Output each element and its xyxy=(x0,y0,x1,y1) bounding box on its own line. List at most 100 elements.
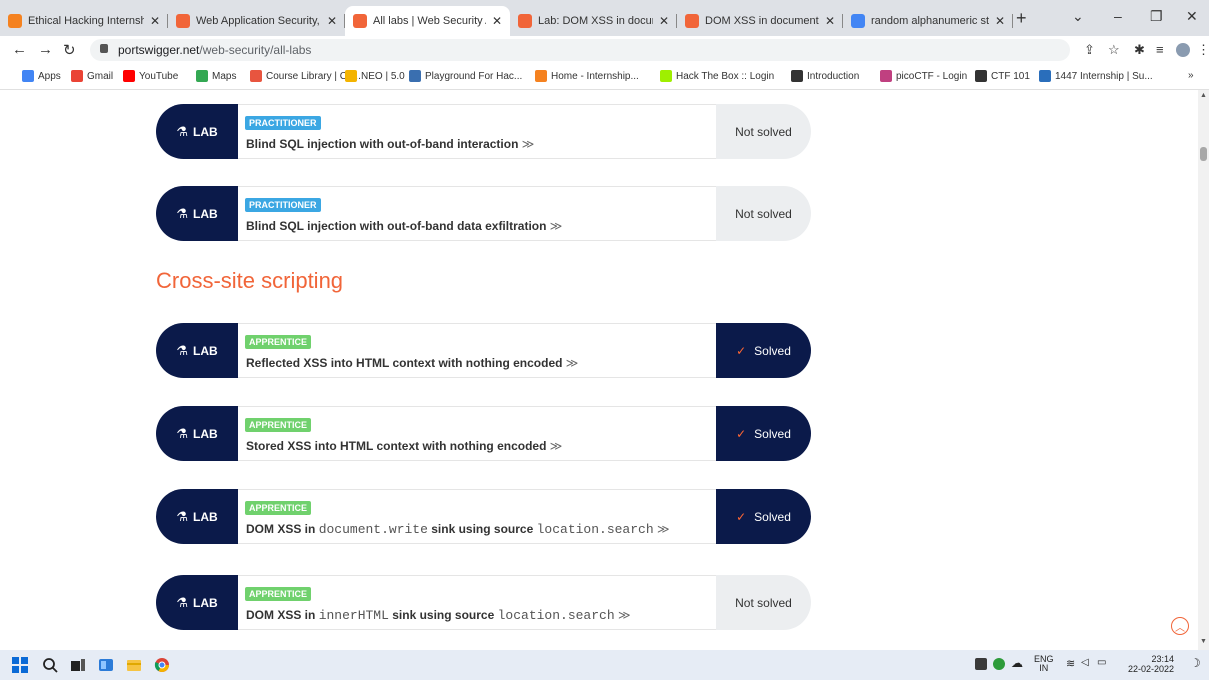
lab-body: APPRENTICE DOM XSS in innerHTML sink usin… xyxy=(238,575,716,630)
lab-title-link[interactable]: Reflected XSS into HTML context with not… xyxy=(246,356,578,370)
battery-icon[interactable]: ▭ xyxy=(1097,657,1106,668)
bookmark-item[interactable]: Hack The Box :: Login xyxy=(660,70,774,82)
status-label: Not solved xyxy=(735,124,792,139)
bookmark-item[interactable]: picoCTF - Login xyxy=(880,70,967,82)
reading-list-icon[interactable]: ≡ xyxy=(1156,42,1164,57)
url-host: portswigger.net xyxy=(118,43,200,57)
tray-shield-icon[interactable] xyxy=(993,658,1005,670)
browser-tab[interactable]: All labs | Web Security Acad ✕ xyxy=(345,6,510,36)
tray-cloud-icon[interactable]: ☁ xyxy=(1011,656,1023,670)
wifi-icon[interactable]: ≋ xyxy=(1066,657,1075,670)
file-explorer-icon[interactable] xyxy=(126,657,142,673)
volume-icon[interactable]: ◁ xyxy=(1081,657,1089,668)
extensions-icon[interactable]: ✱ xyxy=(1134,42,1145,58)
lab-title-text: Stored XSS into HTML context with nothin… xyxy=(246,439,547,453)
scrollbar[interactable]: ▲ ▼ xyxy=(1198,90,1209,650)
bookmark-item[interactable]: Home - Internship... xyxy=(535,70,639,82)
bookmark-favicon-icon xyxy=(880,70,892,82)
maximize-icon[interactable]: ❐ xyxy=(1150,8,1163,25)
windows-start-icon[interactable] xyxy=(12,657,28,673)
bookmark-star-icon[interactable]: ☆ xyxy=(1108,42,1120,58)
lab-title-text: Reflected XSS into HTML context with not… xyxy=(246,356,563,370)
language-indicator[interactable]: ENG IN xyxy=(1034,655,1054,673)
page-content: ⚗ LAB PRACTITIONER Blind SQL injection with… xyxy=(0,90,1198,650)
tab-favicon-icon xyxy=(353,14,367,28)
notification-moon-icon[interactable]: ☽ xyxy=(1190,656,1201,670)
tab-close-icon[interactable]: ✕ xyxy=(150,14,160,28)
bookmark-item[interactable]: Playground For Hac... xyxy=(409,70,522,82)
more-bookmarks-icon[interactable]: » xyxy=(1188,70,1194,81)
bookmark-item[interactable]: Maps xyxy=(196,70,236,82)
scrollbar-thumb[interactable] xyxy=(1200,147,1207,161)
region-label: IN xyxy=(1039,663,1049,673)
lab-label: LAB xyxy=(192,206,218,221)
bookmark-item[interactable]: CTF 101 xyxy=(975,70,1030,82)
tab-title: Ethical Hacking Internship xyxy=(28,15,144,27)
tab-search-icon[interactable]: ⌄ xyxy=(1072,8,1084,25)
tab-close-icon[interactable]: ✕ xyxy=(995,14,1005,28)
lab-status: Not solved xyxy=(716,186,811,241)
bookmark-label: Maps xyxy=(212,70,237,82)
browser-tab[interactable]: DOM XSS in document.writ ✕ xyxy=(677,6,843,36)
lab-title-text: DOM XSS in xyxy=(246,608,319,622)
bookmark-item[interactable]: Gmail xyxy=(71,70,113,82)
bookmark-label: Introduction xyxy=(807,70,860,82)
lab-body: PRACTITIONER Blind SQL injection with out… xyxy=(238,104,716,159)
tray-app-icon[interactable] xyxy=(975,658,987,670)
status-label: Solved xyxy=(754,509,791,524)
bookmark-item[interactable]: Introduction xyxy=(791,70,859,82)
clock[interactable]: 23:14 22-02-2022 xyxy=(1128,654,1174,674)
bookmark-item[interactable]: 1447 Internship | Su... xyxy=(1039,70,1153,82)
search-icon[interactable] xyxy=(42,657,58,673)
lab-title-link[interactable]: Blind SQL injection with out-of-band dat… xyxy=(246,219,562,233)
scroll-to-top-icon[interactable]: ︿ xyxy=(1171,617,1189,635)
time-label: 23:14 xyxy=(1151,654,1175,664)
bookmark-item[interactable]: NEO | 5.0 xyxy=(345,70,405,82)
widgets-icon[interactable] xyxy=(98,657,114,673)
bookmark-favicon-icon xyxy=(71,70,83,82)
tab-close-icon[interactable]: ✕ xyxy=(659,14,669,28)
close-window-icon[interactable]: ✕ xyxy=(1186,8,1198,25)
lab-title-link[interactable]: Blind SQL injection with out-of-band int… xyxy=(246,137,534,151)
lab-title-code: location.search xyxy=(497,608,615,623)
new-tab-button[interactable]: + xyxy=(1016,8,1027,29)
share-icon[interactable]: ⇪ xyxy=(1084,42,1095,58)
level-badge: PRACTITIONER xyxy=(245,116,321,130)
browser-tab[interactable]: Lab: DOM XSS in document ✕ xyxy=(510,6,677,36)
lab-label: LAB xyxy=(192,343,218,358)
scroll-up-icon[interactable]: ▲ xyxy=(1200,92,1207,99)
lab-card: ⚗ LAB APPRENTICE DOM XSS in document.write … xyxy=(156,489,811,544)
profile-avatar-icon[interactable] xyxy=(1176,43,1190,57)
tab-close-icon[interactable]: ✕ xyxy=(492,14,502,28)
lab-title-link[interactable]: DOM XSS in document.write sink using sou… xyxy=(246,522,670,537)
browser-tab[interactable]: Ethical Hacking Internship ✕ xyxy=(0,6,168,36)
forward-icon[interactable]: → xyxy=(38,41,53,58)
lab-status: Not solved xyxy=(716,104,811,159)
bookmark-item[interactable]: Apps xyxy=(22,70,61,82)
menu-icon[interactable]: ⋮ xyxy=(1197,42,1209,58)
lab-card: ⚗ LAB APPRENTICE DOM XSS in innerHTML sink … xyxy=(156,575,811,630)
chevron-right-icon: ≫ xyxy=(562,356,579,370)
tab-close-icon[interactable]: ✕ xyxy=(825,14,835,28)
browser-tab[interactable]: random alphanumeric strin ✕ xyxy=(843,6,1013,36)
bookmark-item[interactable]: YouTube xyxy=(123,70,178,82)
bookmark-label: NEO | 5.0 xyxy=(361,70,405,82)
bookmark-favicon-icon xyxy=(660,70,672,82)
minimize-icon[interactable]: – xyxy=(1114,8,1122,24)
scroll-down-icon[interactable]: ▼ xyxy=(1200,638,1207,645)
reload-icon[interactable]: ↻ xyxy=(63,41,76,59)
back-icon[interactable]: ← xyxy=(12,41,27,58)
tab-close-icon[interactable]: ✕ xyxy=(327,14,337,28)
bookmark-favicon-icon xyxy=(22,70,34,82)
lab-badge: ⚗ LAB xyxy=(156,575,238,630)
lab-title-link[interactable]: Stored XSS into HTML context with nothin… xyxy=(246,439,562,453)
browser-tab[interactable]: Web Application Security, T ✕ xyxy=(168,6,345,36)
flask-icon: ⚗ xyxy=(176,123,188,139)
bookmarks-bar: Apps Gmail YouTube Maps Course Library | Co.… xyxy=(0,64,1209,90)
url-field[interactable]: portswigger.net/web-security/all-labs xyxy=(90,39,1070,61)
task-view-icon[interactable] xyxy=(70,657,86,673)
chrome-icon[interactable] xyxy=(154,657,170,673)
bookmark-favicon-icon xyxy=(1039,70,1051,82)
chevron-right-icon: ≫ xyxy=(546,439,563,453)
lab-title-link[interactable]: DOM XSS in innerHTML sink using source l… xyxy=(246,608,631,623)
